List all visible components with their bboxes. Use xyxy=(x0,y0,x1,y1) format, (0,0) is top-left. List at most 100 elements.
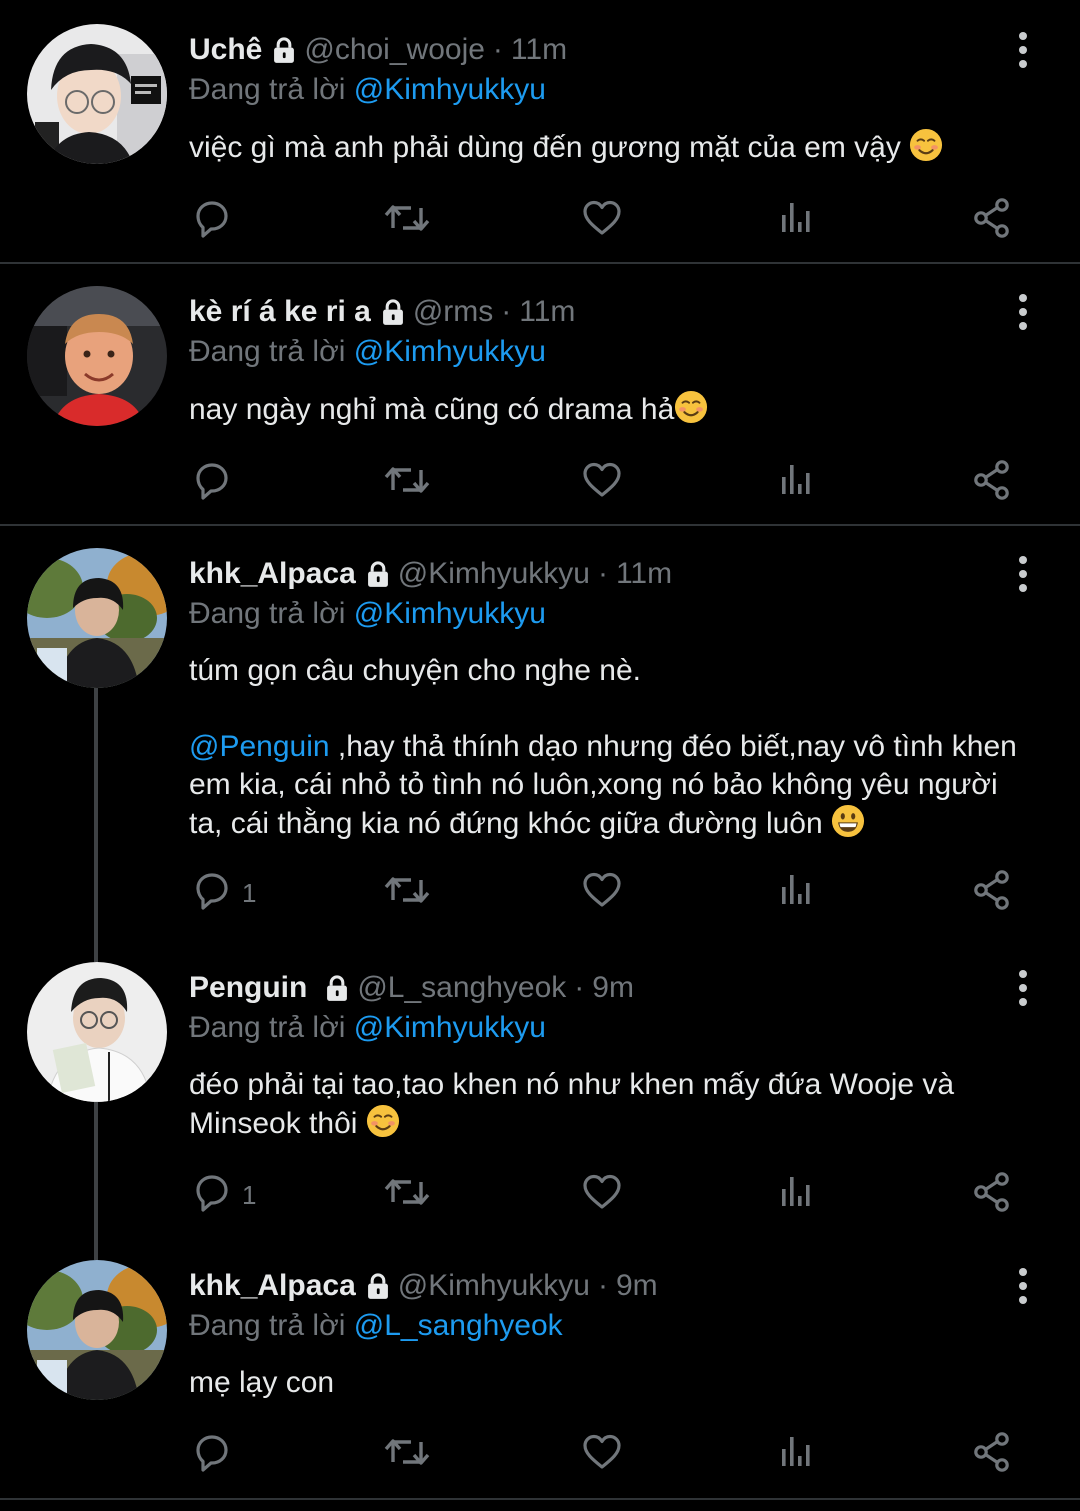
separator-dot: · xyxy=(597,557,608,590)
avatar[interactable] xyxy=(27,286,167,426)
retweet-button[interactable] xyxy=(383,868,431,918)
action-bar xyxy=(0,458,1080,508)
grinning-face-icon xyxy=(831,804,865,848)
share-icon xyxy=(970,196,1014,247)
reply-button[interactable] xyxy=(190,458,234,508)
timestamp[interactable]: 9m xyxy=(592,971,634,1005)
like-button[interactable] xyxy=(580,458,624,508)
more-vertical-icon[interactable] xyxy=(1010,554,1036,594)
tweet-text: mẹ lạy con xyxy=(189,1364,1039,1402)
share-button[interactable] xyxy=(970,1430,1014,1480)
reply-icon xyxy=(190,196,234,247)
more-vertical-icon[interactable] xyxy=(1010,1266,1036,1306)
display-name[interactable]: Penguin xyxy=(189,971,307,1005)
replying-to-mention[interactable]: @Kimhyukkyu xyxy=(354,1011,546,1044)
share-button[interactable] xyxy=(970,868,1014,918)
timestamp[interactable]: 11m xyxy=(511,33,567,67)
like-icon xyxy=(580,196,624,247)
divider xyxy=(0,1498,1080,1500)
avatar[interactable] xyxy=(27,962,167,1102)
action-bar xyxy=(0,1430,1080,1480)
views-button[interactable] xyxy=(778,196,818,246)
text-mention[interactable]: @Penguin xyxy=(189,730,330,763)
smiling-face-icon xyxy=(909,128,943,172)
retweet-button[interactable] xyxy=(383,458,431,508)
smiling-face-icon xyxy=(674,390,708,434)
separator-dot: · xyxy=(501,295,512,328)
retweet-button[interactable] xyxy=(383,1430,431,1480)
display-name[interactable]: Uchê xyxy=(189,33,262,67)
like-button[interactable] xyxy=(580,1430,624,1480)
user-handle[interactable]: @L_sanghyeok xyxy=(357,971,566,1005)
views-icon xyxy=(778,1432,818,1479)
reply-icon xyxy=(190,868,234,919)
avatar[interactable] xyxy=(27,1260,167,1400)
replying-to-mention[interactable]: @L_sanghyeok xyxy=(354,1309,563,1342)
replying-to-mention[interactable]: @Kimhyukkyu xyxy=(354,73,546,106)
tweet-card[interactable]: Penguin @L_sanghyeok · 9m Đang trả lời @… xyxy=(0,962,1080,1232)
reply-button[interactable] xyxy=(190,196,234,246)
like-button[interactable] xyxy=(580,868,624,918)
share-icon xyxy=(970,1430,1014,1481)
replying-to-mention[interactable]: @Kimhyukkyu xyxy=(354,597,546,630)
replying-to-label: Đang trả lời xyxy=(189,1011,346,1044)
share-button[interactable] xyxy=(970,1170,1014,1220)
tweet-card[interactable]: khk_Alpaca @Kimhyukkyu · 9m Đang trả lời… xyxy=(0,1260,1080,1490)
lock-icon xyxy=(379,298,407,326)
share-button[interactable] xyxy=(970,458,1014,508)
lock-icon xyxy=(364,1272,392,1300)
like-icon xyxy=(580,868,624,919)
tweet-text: đéo phải tại tao,tao khen nó như khen mấ… xyxy=(189,1066,1039,1148)
replying-to-mention[interactable]: @Kimhyukkyu xyxy=(354,335,546,368)
share-icon xyxy=(970,1170,1014,1221)
tweet-card[interactable]: kè rí á ke ri a @rms · 11m Đang trả lời … xyxy=(0,286,1080,516)
like-button[interactable] xyxy=(580,1170,624,1220)
timestamp[interactable]: 9m xyxy=(616,1269,658,1303)
timestamp[interactable]: 11m xyxy=(616,557,672,591)
display-name[interactable]: kè rí á ke ri a xyxy=(189,295,371,329)
lock-icon xyxy=(323,974,351,1002)
display-name[interactable]: khk_Alpaca xyxy=(189,1269,356,1303)
lock-icon xyxy=(364,560,392,588)
reply-button[interactable]: 1 xyxy=(190,868,256,918)
replying-to: Đang trả lời @L_sanghyeok xyxy=(189,1304,563,1348)
replying-to: Đang trả lời @Kimhyukkyu xyxy=(189,592,546,636)
retweet-button[interactable] xyxy=(383,1170,431,1220)
retweet-button[interactable] xyxy=(383,196,431,246)
views-button[interactable] xyxy=(778,458,818,508)
replying-to-label: Đang trả lời xyxy=(189,73,346,106)
reply-button[interactable]: 1 xyxy=(190,1170,256,1220)
tweet-text: nay ngày nghỉ mà cũng có drama hả xyxy=(189,390,1039,434)
share-button[interactable] xyxy=(970,196,1014,246)
tweet-card[interactable]: khk_Alpaca @Kimhyukkyu · 11m Đang trả lờ… xyxy=(0,548,1080,928)
user-handle[interactable]: @choi_wooje xyxy=(304,33,485,67)
user-handle[interactable]: @Kimhyukkyu xyxy=(398,1269,590,1303)
user-handle[interactable]: @rms xyxy=(413,295,493,329)
tweet-text-body: việc gì mà anh phải dùng đến gương mặt c… xyxy=(189,131,901,164)
views-button[interactable] xyxy=(778,868,818,918)
retweet-icon xyxy=(383,1430,431,1481)
views-icon xyxy=(778,1172,818,1219)
views-button[interactable] xyxy=(778,1430,818,1480)
timestamp[interactable]: 11m xyxy=(519,295,575,329)
separator-dot: · xyxy=(574,971,585,1004)
more-vertical-icon[interactable] xyxy=(1010,292,1036,332)
smiling-face-icon xyxy=(366,1104,400,1148)
avatar[interactable] xyxy=(27,24,167,164)
replying-to: Đang trả lời @Kimhyukkyu xyxy=(189,68,546,112)
display-name[interactable]: khk_Alpaca xyxy=(189,557,356,591)
user-handle[interactable]: @Kimhyukkyu xyxy=(398,557,590,591)
views-button[interactable] xyxy=(778,1170,818,1220)
reply-count: 1 xyxy=(242,877,257,908)
replying-to: Đang trả lời @Kimhyukkyu xyxy=(189,1006,546,1050)
retweet-icon xyxy=(383,1170,431,1221)
tweet-text: túm gọn câu chuyện cho nghe nè. @Penguin… xyxy=(189,652,1039,848)
avatar[interactable] xyxy=(27,548,167,688)
like-button[interactable] xyxy=(580,196,624,246)
tweet-text-body: đéo phải tại tao,tao khen nó như khen mấ… xyxy=(189,1068,955,1140)
reply-button[interactable] xyxy=(190,1430,234,1480)
more-vertical-icon[interactable] xyxy=(1010,968,1036,1008)
action-bar: 1 xyxy=(0,868,1080,918)
tweet-card[interactable]: Uchê @choi_wooje · 11m Đang trả lời @Kim… xyxy=(0,24,1080,254)
more-vertical-icon[interactable] xyxy=(1010,30,1036,70)
